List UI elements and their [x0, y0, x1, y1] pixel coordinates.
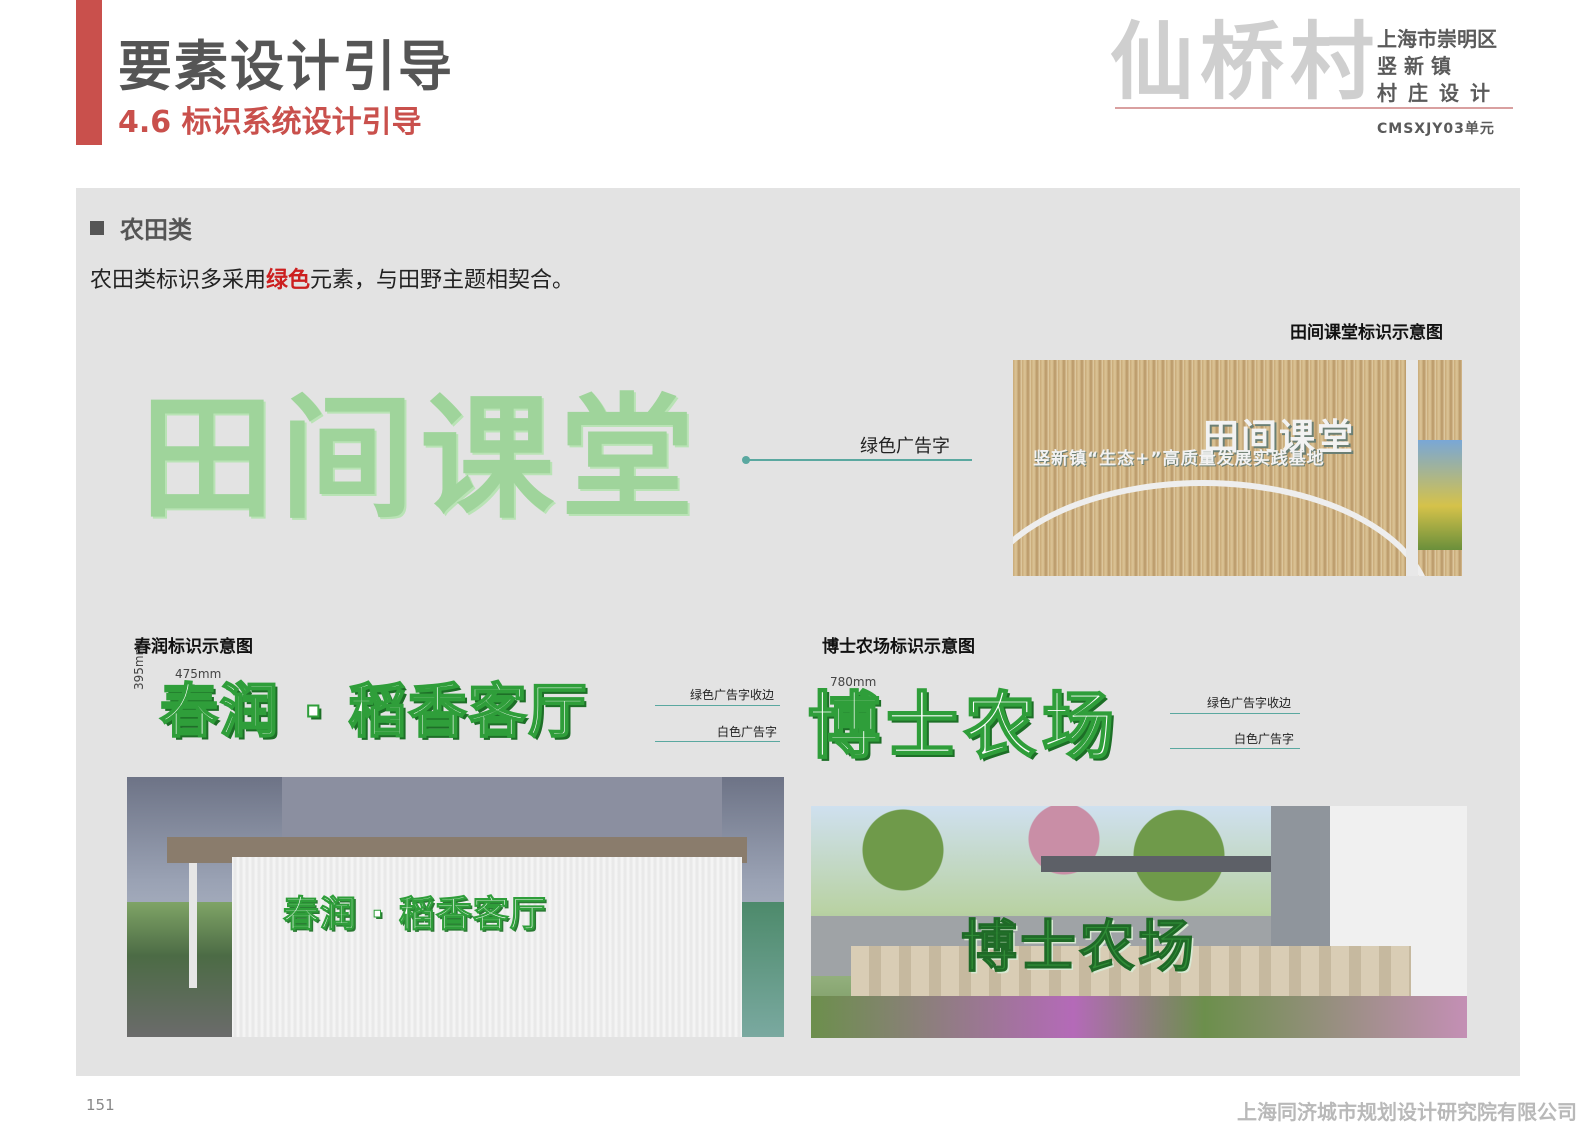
brand-code: CMSXJY03单元 — [1377, 121, 1495, 137]
brand-divider — [1115, 107, 1513, 109]
annotation-green-edge: 绿色广告字收边 — [690, 688, 775, 702]
section-description: 农田类标识多采用绿色元素，与田野主题相契合。 — [90, 262, 574, 294]
leader-line-face-boshi — [1170, 748, 1300, 749]
boshi-sign-graphic: 博士农场 — [807, 684, 1121, 768]
annotation-white-face: 白色广告字 — [717, 725, 778, 739]
annotation-green-edge-boshi: 绿色广告字收边 — [1207, 696, 1292, 710]
photo-post — [1406, 360, 1418, 576]
photo-pillar — [189, 863, 197, 988]
tianjian-photo: 田间课堂 竖新镇“生态+”高质量发展实践基地 — [1013, 360, 1462, 576]
caption-boshi: 博士农场标识示意图 — [822, 637, 975, 657]
desc-text-before: 农田类标识多采用 — [90, 268, 267, 293]
caption-chunrun: 春润标识示意图 — [134, 637, 253, 657]
photo-water — [742, 902, 784, 1037]
boshi-photo: 博士农场 — [811, 806, 1467, 1038]
annotation-white-face-boshi: 白色广告字 — [1234, 732, 1295, 746]
footer-organization: 上海同济城市规划设计研究院有限公司 — [1237, 1100, 1577, 1123]
desc-highlight: 绿色 — [266, 268, 311, 293]
photo-roof — [1041, 856, 1291, 872]
photo-flowers — [811, 996, 1467, 1038]
brand-district: 上海市崇明区 — [1377, 27, 1497, 51]
chunrun-sign-graphic: 春润 · 稻香客厅 — [159, 677, 589, 745]
leader-line-edge — [655, 705, 780, 706]
annotation-green-lettering: 绿色广告字 — [860, 436, 950, 457]
brand-info: 上海市崇明区 竖 新 镇 村庄设计 — [1377, 26, 1501, 107]
page-title: 要素设计引导 — [118, 35, 454, 98]
brand-town: 竖 新 镇 — [1377, 54, 1451, 78]
leader-line-edge-boshi — [1170, 713, 1300, 714]
section-heading-label: 农田类 — [120, 216, 192, 244]
desc-text-after: 元素，与田野主题相契合。 — [310, 268, 575, 293]
brand-name: 仙桥村 — [1110, 12, 1381, 111]
photo-sign: 春润 · 稻香客厅 — [283, 894, 547, 936]
bullet-square-icon — [90, 220, 104, 235]
height-dimension: 395mm — [132, 643, 146, 690]
photo-arc — [1013, 480, 1433, 576]
leader-line-face — [655, 741, 780, 742]
caption-tianjian: 田间课堂标识示意图 — [1290, 323, 1443, 343]
section-heading: 农田类 — [90, 210, 192, 245]
photo-sign: 博士农场 — [961, 915, 1197, 981]
tianjian-sign-graphic: 田间课堂 — [140, 381, 701, 537]
leader-line — [746, 459, 972, 461]
accent-bar — [76, 0, 102, 145]
chunrun-photo: 春润 · 稻香客厅 — [127, 777, 784, 1037]
brand-project: 村庄设计 — [1377, 81, 1501, 105]
page-subtitle: 4.6 标识系统设计引导 — [118, 105, 422, 140]
photo-ground — [127, 902, 232, 1037]
photo-sign-line: 竖新镇“生态+”高质量发展实践基地 — [1033, 449, 1325, 469]
page-number: 151 — [86, 1096, 115, 1114]
photo-wall — [232, 857, 742, 1037]
